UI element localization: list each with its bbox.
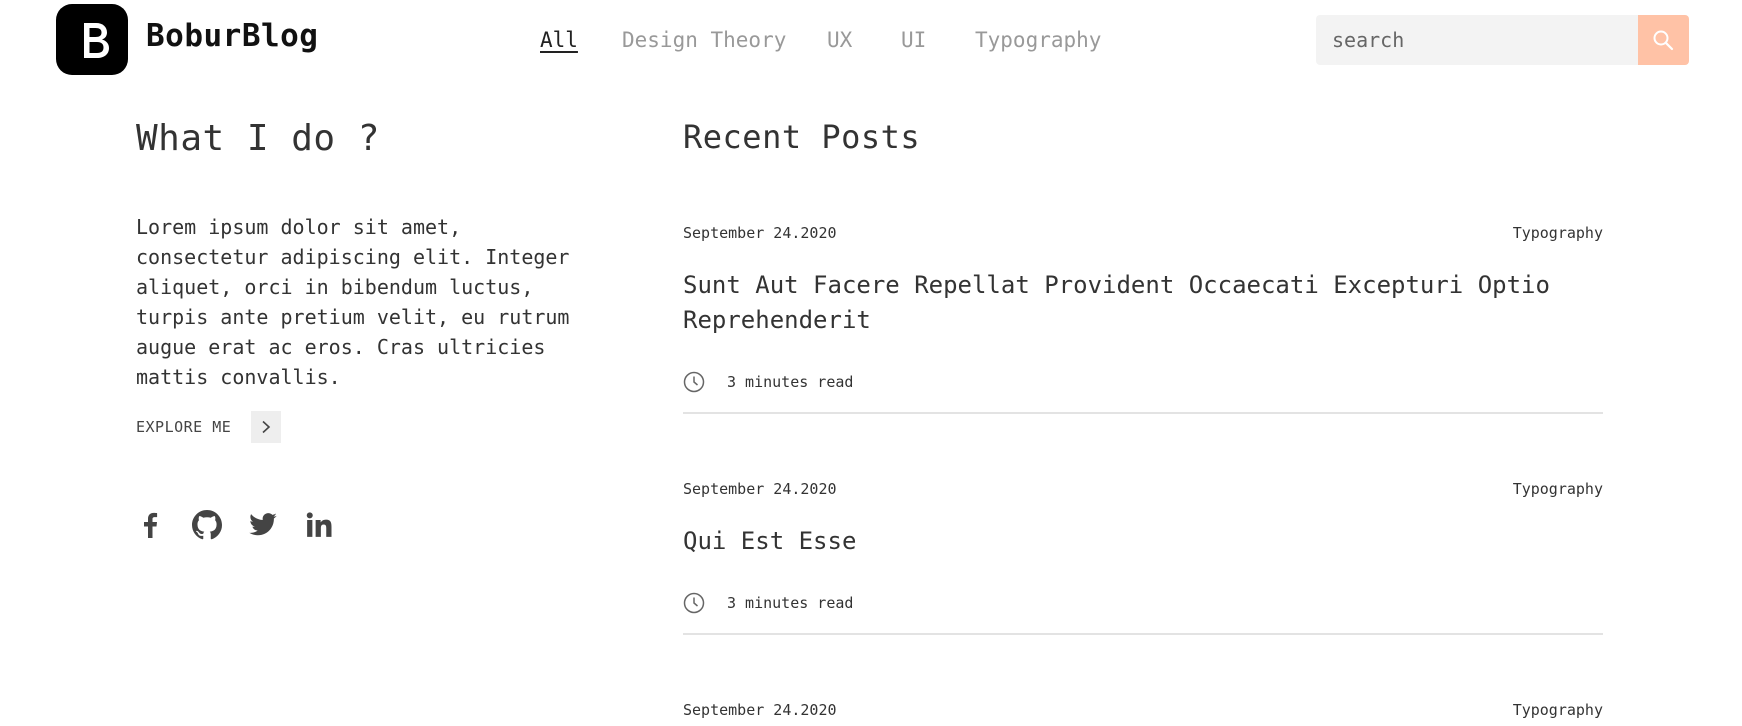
explore-label: EXPLORE ME bbox=[136, 418, 232, 436]
post-title[interactable]: Sunt Aut Facere Repellat Provident Occae… bbox=[683, 268, 1603, 338]
brand-name[interactable]: BoburBlog bbox=[146, 18, 318, 54]
post-read-time: 3 minutes read bbox=[683, 371, 853, 393]
clock-icon bbox=[683, 371, 705, 393]
recent-posts-section: Recent Posts September 24.2020 Typograph… bbox=[683, 118, 1603, 719]
nav-typography[interactable]: Typography bbox=[975, 28, 1101, 52]
post-divider bbox=[683, 633, 1603, 635]
post-category[interactable]: Typography bbox=[1513, 224, 1603, 242]
facebook-icon[interactable] bbox=[136, 510, 166, 540]
about-text: Lorem ipsum dolor sit amet, consectetur … bbox=[136, 215, 570, 389]
search-icon bbox=[1653, 30, 1674, 51]
logo-icon[interactable] bbox=[56, 4, 128, 75]
linkedin-icon[interactable] bbox=[304, 510, 334, 540]
chevron-right-icon[interactable] bbox=[251, 411, 282, 443]
post-divider bbox=[683, 412, 1603, 414]
search-button[interactable] bbox=[1638, 15, 1689, 65]
post-category[interactable]: Typography bbox=[1513, 701, 1603, 719]
recent-posts-heading: Recent Posts bbox=[683, 118, 921, 156]
clock-icon bbox=[683, 592, 705, 614]
github-icon[interactable] bbox=[192, 510, 222, 540]
read-time-label: 3 minutes read bbox=[727, 373, 854, 391]
post-category[interactable]: Typography bbox=[1513, 480, 1603, 498]
about-section: What I do ? Lorem ipsum dolor sit amet, … bbox=[136, 118, 576, 540]
post-date: September 24.2020 bbox=[683, 480, 837, 498]
post-title[interactable]: Qui Est Esse bbox=[683, 524, 1603, 559]
nav-ui[interactable]: UI bbox=[901, 28, 926, 52]
post-date: September 24.2020 bbox=[683, 701, 837, 719]
post-read-time: 3 minutes read bbox=[683, 592, 853, 614]
twitter-icon[interactable] bbox=[248, 510, 278, 540]
read-time-label: 3 minutes read bbox=[727, 594, 854, 612]
search-bar bbox=[1316, 15, 1689, 65]
about-heading: What I do ? bbox=[136, 118, 380, 159]
nav-design-theory[interactable]: Design Theory bbox=[622, 28, 786, 52]
post-date: September 24.2020 bbox=[683, 224, 837, 242]
site-header: BoburBlog All Design Theory UX UI Typogr… bbox=[0, 0, 1742, 80]
nav-ux[interactable]: UX bbox=[827, 28, 852, 52]
search-input[interactable] bbox=[1316, 15, 1638, 65]
nav-all[interactable]: All bbox=[540, 28, 578, 52]
explore-button[interactable]: EXPLORE ME bbox=[136, 410, 282, 444]
